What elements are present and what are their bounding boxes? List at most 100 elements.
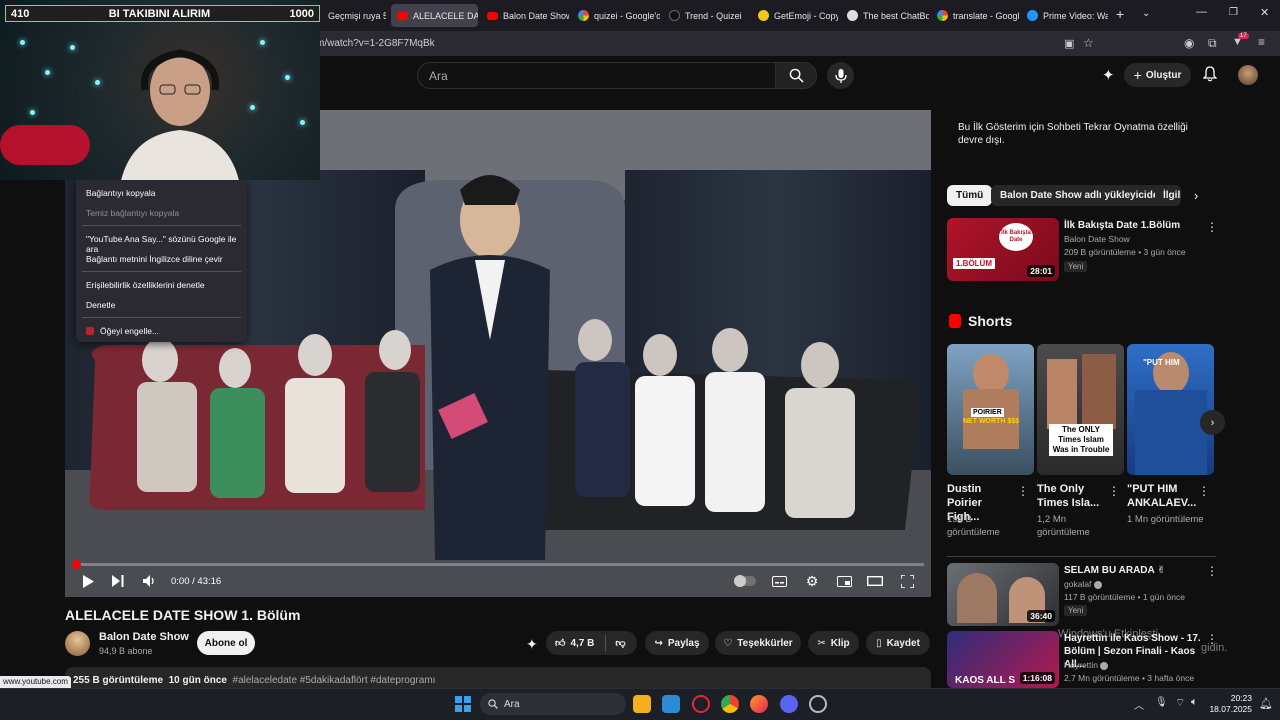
fullscreen-icon[interactable] bbox=[899, 573, 915, 589]
new-tab-button[interactable]: + bbox=[1116, 6, 1124, 22]
chip-uploader[interactable]: Balon Date Show adlı yükleyiciden bbox=[991, 185, 1174, 206]
speaker-icon[interactable]: 🔈︎ bbox=[1191, 696, 1198, 709]
taskbar-search[interactable]: Ara bbox=[480, 693, 626, 715]
tray-mic-icon[interactable]: 🎙︎ bbox=[1155, 697, 1168, 708]
share-button[interactable]: ↪ Paylaş bbox=[645, 631, 709, 655]
tab-2[interactable]: Balon Date Show bbox=[481, 4, 569, 27]
short-thumbnail[interactable]: The ONLY Times Islam Was in Trouble bbox=[1037, 344, 1124, 475]
chip-related[interactable]: İlgili bbox=[1155, 185, 1181, 206]
verified-icon bbox=[1093, 580, 1102, 589]
next-button[interactable] bbox=[111, 573, 125, 589]
firefox-icon[interactable] bbox=[750, 695, 768, 713]
thanks-button[interactable]: ♡ Teşekkürler bbox=[715, 631, 801, 655]
channel-avatar[interactable] bbox=[65, 631, 90, 656]
reader-view-icon[interactable]: ▣ bbox=[1064, 37, 1074, 50]
video-thumbnail[interactable]: İlk Bakışta Date 1.BÖLÜM 28:01 bbox=[947, 218, 1059, 281]
close-window-icon[interactable]: ✕ bbox=[1260, 6, 1269, 19]
tab-5[interactable]: GetEmoji - Copy bbox=[752, 4, 838, 27]
play-button[interactable] bbox=[81, 573, 95, 589]
file-explorer-icon[interactable] bbox=[633, 695, 651, 713]
theater-mode-icon[interactable] bbox=[867, 573, 883, 589]
more-options-icon[interactable]: ⋮ bbox=[1108, 484, 1120, 498]
menu-item-copy-link[interactable]: Bağlantıyı kopyala bbox=[86, 188, 155, 198]
notifications-icon[interactable]: 🔔︎ bbox=[1259, 697, 1273, 710]
wifi-icon[interactable]: ⌔ bbox=[1175, 696, 1185, 710]
short-thumbnail[interactable]: "PUT HIM bbox=[1127, 344, 1214, 475]
settings-gear-icon[interactable]: ⚙ bbox=[804, 573, 820, 589]
like-thumb-icon[interactable]: 👍︎ bbox=[555, 637, 565, 649]
tab-list-chevron-icon[interactable]: ⌄ bbox=[1142, 8, 1150, 19]
progress-bar[interactable] bbox=[72, 560, 924, 569]
menu-item-accessibility[interactable]: Erişilebilirlik özelliklerini denetle bbox=[86, 280, 205, 290]
video-meta: 117 B görüntüleme • 1 gün önce bbox=[1064, 592, 1185, 602]
tab-1[interactable]: ALELACELE DA✕ bbox=[391, 4, 478, 27]
subscribe-button[interactable]: Abone ol bbox=[197, 631, 255, 655]
scrubber-handle[interactable] bbox=[72, 560, 81, 569]
duration-badge: 1:16:08 bbox=[1019, 672, 1055, 684]
channel-name[interactable]: Balon Date Show bbox=[1064, 233, 1130, 246]
more-options-icon[interactable]: ⋮ bbox=[1017, 484, 1029, 498]
tab-8[interactable]: Prime Video: Wat bbox=[1021, 4, 1108, 27]
tab-0[interactable]: Geçmişi ruya 5 - You bbox=[322, 4, 386, 27]
tab-3[interactable]: quizei - Google'd bbox=[572, 4, 660, 27]
menu-item-search-google[interactable]: "YouTube Ana Say..." sözünü Google ile a… bbox=[86, 234, 247, 254]
opera-icon[interactable] bbox=[692, 695, 710, 713]
menu-item-translate[interactable]: Bağlantı metnini İngilizce diline çevir bbox=[86, 254, 223, 264]
channel-name[interactable]: Balon Date Show bbox=[99, 631, 189, 643]
short-title[interactable]: The Only Times Isla... bbox=[1037, 482, 1107, 510]
minimize-icon[interactable]: — bbox=[1196, 6, 1207, 18]
menu-hamburger-icon[interactable]: ≡ bbox=[1258, 35, 1265, 49]
tab-7[interactable]: translate - Googl bbox=[931, 4, 1019, 27]
more-options-icon[interactable]: ⋮ bbox=[1206, 564, 1218, 578]
voice-search-button[interactable] bbox=[827, 62, 854, 89]
chip-all[interactable]: Tümü bbox=[947, 185, 993, 206]
chrome-icon[interactable] bbox=[721, 695, 739, 713]
video-thumbnail[interactable]: KAOS ALL S 1:16:08 bbox=[947, 631, 1059, 688]
more-options-icon[interactable]: ⋮ bbox=[1206, 220, 1218, 234]
like-count[interactable]: 4,7 B bbox=[570, 638, 594, 649]
tab-4[interactable]: Trend - Quizei bbox=[663, 4, 749, 27]
channel-name[interactable]: Hayrettin bbox=[1064, 659, 1109, 672]
autoplay-toggle[interactable] bbox=[733, 573, 757, 589]
gemini-sparkle-icon[interactable]: ✦ bbox=[1102, 66, 1115, 84]
miniplayer-icon[interactable] bbox=[836, 573, 852, 589]
bookmark-star-icon[interactable]: ☆ bbox=[1083, 36, 1094, 50]
account-icon[interactable]: ◉ bbox=[1184, 36, 1194, 50]
tray-chevron-up-icon[interactable]: ︿ bbox=[1134, 697, 1144, 712]
menu-item-inspect[interactable]: Denetle bbox=[86, 300, 115, 310]
search-button[interactable] bbox=[775, 62, 817, 89]
shorts-next-button[interactable]: › bbox=[1200, 410, 1225, 435]
ask-ai-sparkle-icon[interactable]: ✦ bbox=[526, 636, 538, 653]
search-input[interactable]: Ara bbox=[417, 62, 775, 89]
clip-button[interactable]: ✂ Klip bbox=[808, 631, 859, 655]
taskbar-clock[interactable]: 20:23 18.07.2025 bbox=[1207, 693, 1252, 715]
vscode-icon[interactable] bbox=[662, 695, 680, 713]
short-title[interactable]: "PUT HIM ANKALAEV... bbox=[1127, 482, 1197, 510]
steam-icon[interactable] bbox=[809, 695, 827, 713]
extensions-icon[interactable]: ⧉ bbox=[1208, 36, 1217, 51]
menu-item-block-element[interactable]: Öğeyi engelle... bbox=[86, 326, 159, 336]
short-thumbnail[interactable]: POIRIER NET WORTH $$$ bbox=[947, 344, 1034, 475]
notifications-bell-icon[interactable] bbox=[1202, 66, 1218, 87]
create-button[interactable]: + Oluştur bbox=[1124, 63, 1191, 87]
clock-time: 20:23 bbox=[1230, 693, 1252, 703]
volume-icon[interactable] bbox=[142, 573, 156, 589]
more-options-icon[interactable]: ⋮ bbox=[1198, 484, 1210, 498]
windows-start-icon[interactable] bbox=[455, 696, 471, 712]
video-thumbnail[interactable]: 36:40 bbox=[947, 563, 1059, 626]
subtitles-icon[interactable] bbox=[771, 573, 787, 589]
video-title[interactable]: İlk Bakışta Date 1.Bölüm bbox=[1064, 219, 1199, 232]
channel-name[interactable]: gokalaf bbox=[1064, 578, 1102, 591]
user-avatar[interactable] bbox=[1238, 65, 1258, 85]
thanks-label: Teşekkürler bbox=[737, 637, 793, 649]
dislike-thumb-icon[interactable]: 👎︎ bbox=[615, 637, 625, 649]
tab-6[interactable]: The best ChatBot bbox=[841, 4, 929, 27]
chevron-right-icon[interactable]: › bbox=[1194, 188, 1198, 203]
shorts-heading: Shorts bbox=[968, 313, 1013, 329]
video-title[interactable]: SELAM BU ARADA ✌ bbox=[1064, 564, 1199, 577]
discord-icon[interactable] bbox=[780, 695, 798, 713]
url-text[interactable]: m/watch?v=1-2G8F7MqBk bbox=[316, 38, 435, 49]
restore-icon[interactable]: ❐ bbox=[1229, 7, 1238, 18]
save-button[interactable]: ▯ Kaydet bbox=[866, 631, 930, 655]
hashtags[interactable]: #alelaceledate #5dakikadaflört #dateprog… bbox=[233, 675, 436, 686]
